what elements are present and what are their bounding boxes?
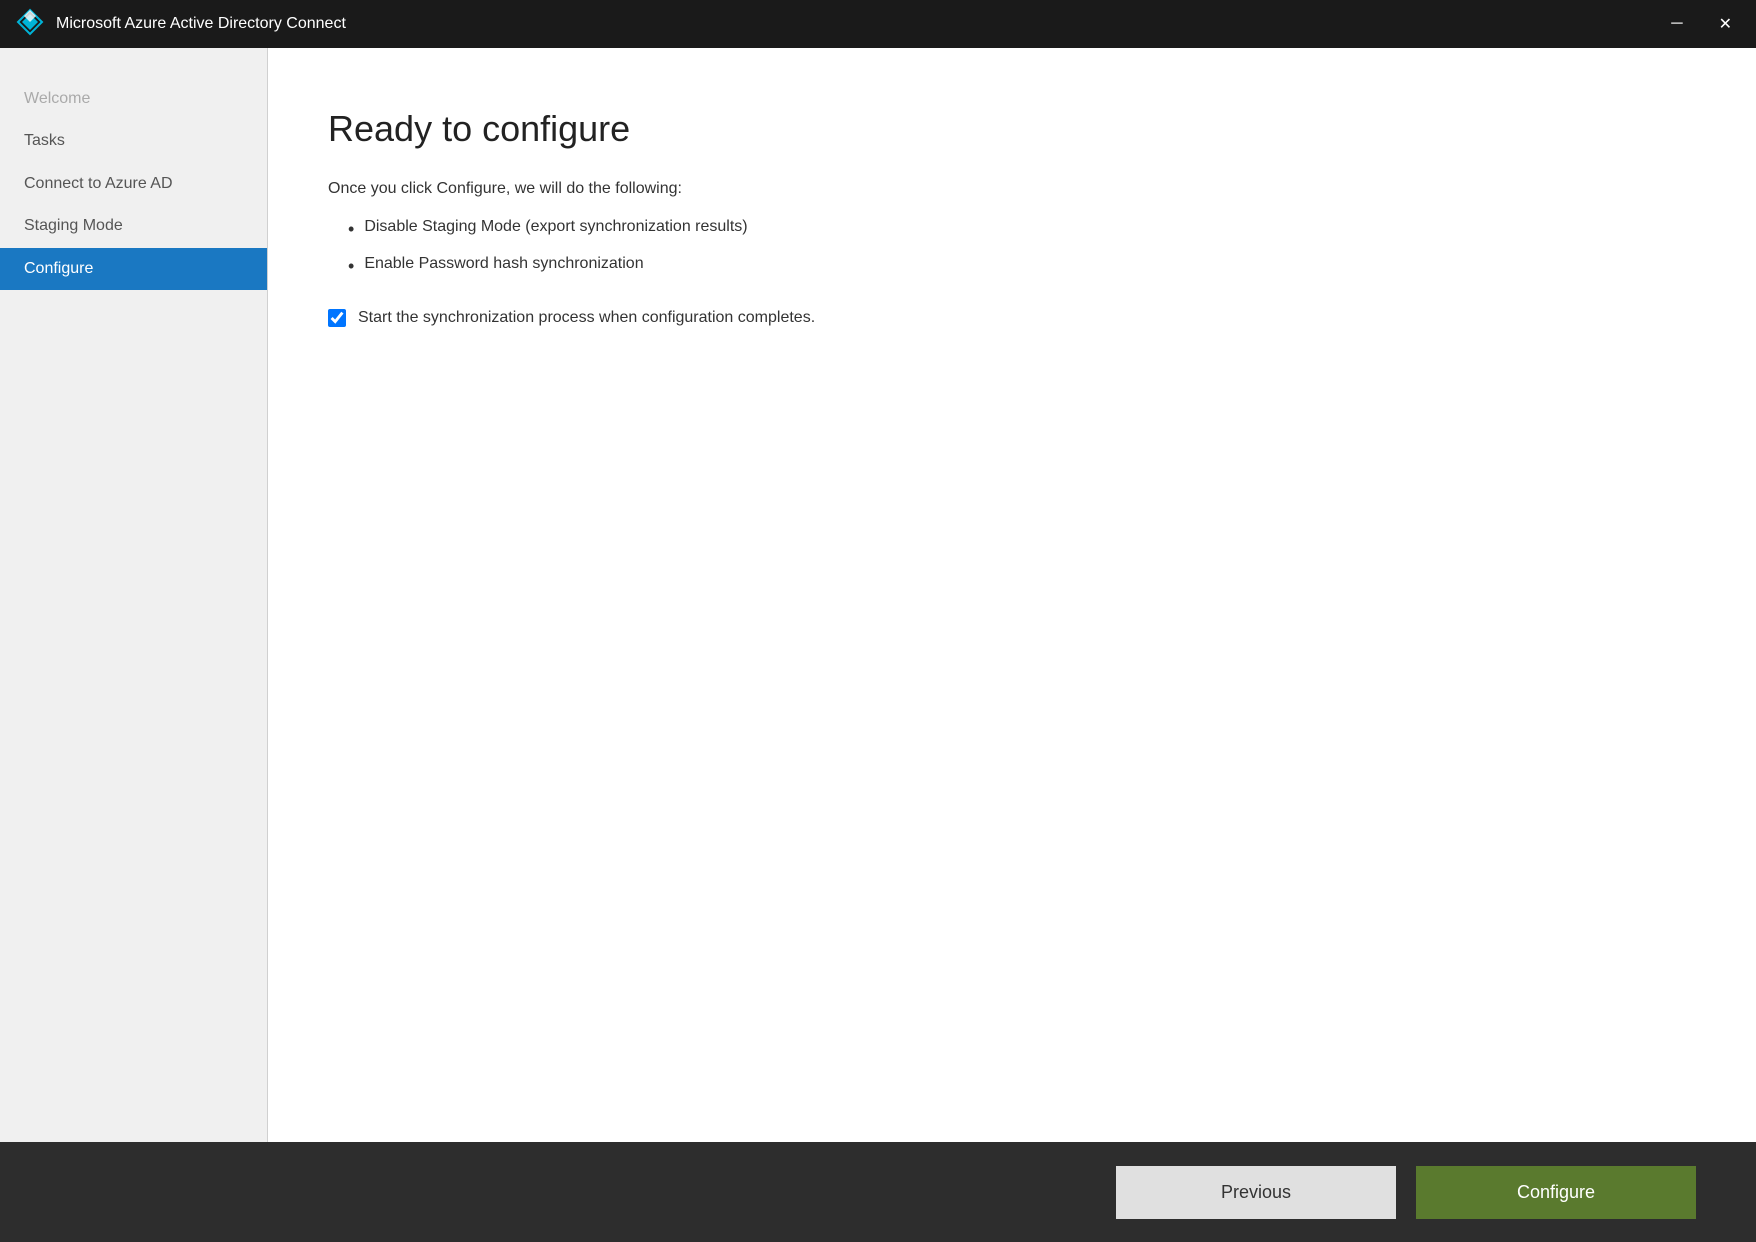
list-item: Enable Password hash synchronization	[348, 255, 1696, 278]
main-content: Ready to configure Once you click Config…	[268, 48, 1756, 1142]
footer: Previous Configure	[0, 1142, 1756, 1242]
sidebar-item-welcome: Welcome	[0, 78, 267, 120]
sync-checkbox-label: Start the synchronization process when c…	[358, 309, 815, 327]
azure-logo-icon	[16, 8, 56, 41]
action-list: Disable Staging Mode (export synchroniza…	[348, 218, 1696, 279]
sidebar-item-staging-mode: Staging Mode	[0, 205, 267, 247]
previous-button[interactable]: Previous	[1116, 1166, 1396, 1219]
page-title: Ready to configure	[328, 108, 1696, 150]
minimize-button[interactable]: ─	[1663, 11, 1690, 37]
body-area: Welcome Tasks Connect to Azure AD Stagin…	[0, 48, 1756, 1142]
sidebar-item-connect-azure-ad: Connect to Azure AD	[0, 163, 267, 205]
sync-checkbox-row: Start the synchronization process when c…	[328, 309, 1696, 327]
sidebar: Welcome Tasks Connect to Azure AD Stagin…	[0, 48, 268, 1142]
configure-button[interactable]: Configure	[1416, 1166, 1696, 1219]
titlebar: Microsoft Azure Active Directory Connect…	[0, 0, 1756, 48]
sync-checkbox[interactable]	[328, 309, 346, 327]
window-title: Microsoft Azure Active Directory Connect	[56, 15, 1663, 33]
description-text: Once you click Configure, we will do the…	[328, 180, 1696, 198]
sidebar-item-configure[interactable]: Configure	[0, 248, 267, 290]
close-button[interactable]: ✕	[1711, 10, 1740, 38]
window-controls: ─ ✕	[1663, 10, 1740, 38]
window-content: Welcome Tasks Connect to Azure AD Stagin…	[0, 48, 1756, 1142]
sidebar-item-tasks: Tasks	[0, 120, 267, 162]
list-item: Disable Staging Mode (export synchroniza…	[348, 218, 1696, 241]
